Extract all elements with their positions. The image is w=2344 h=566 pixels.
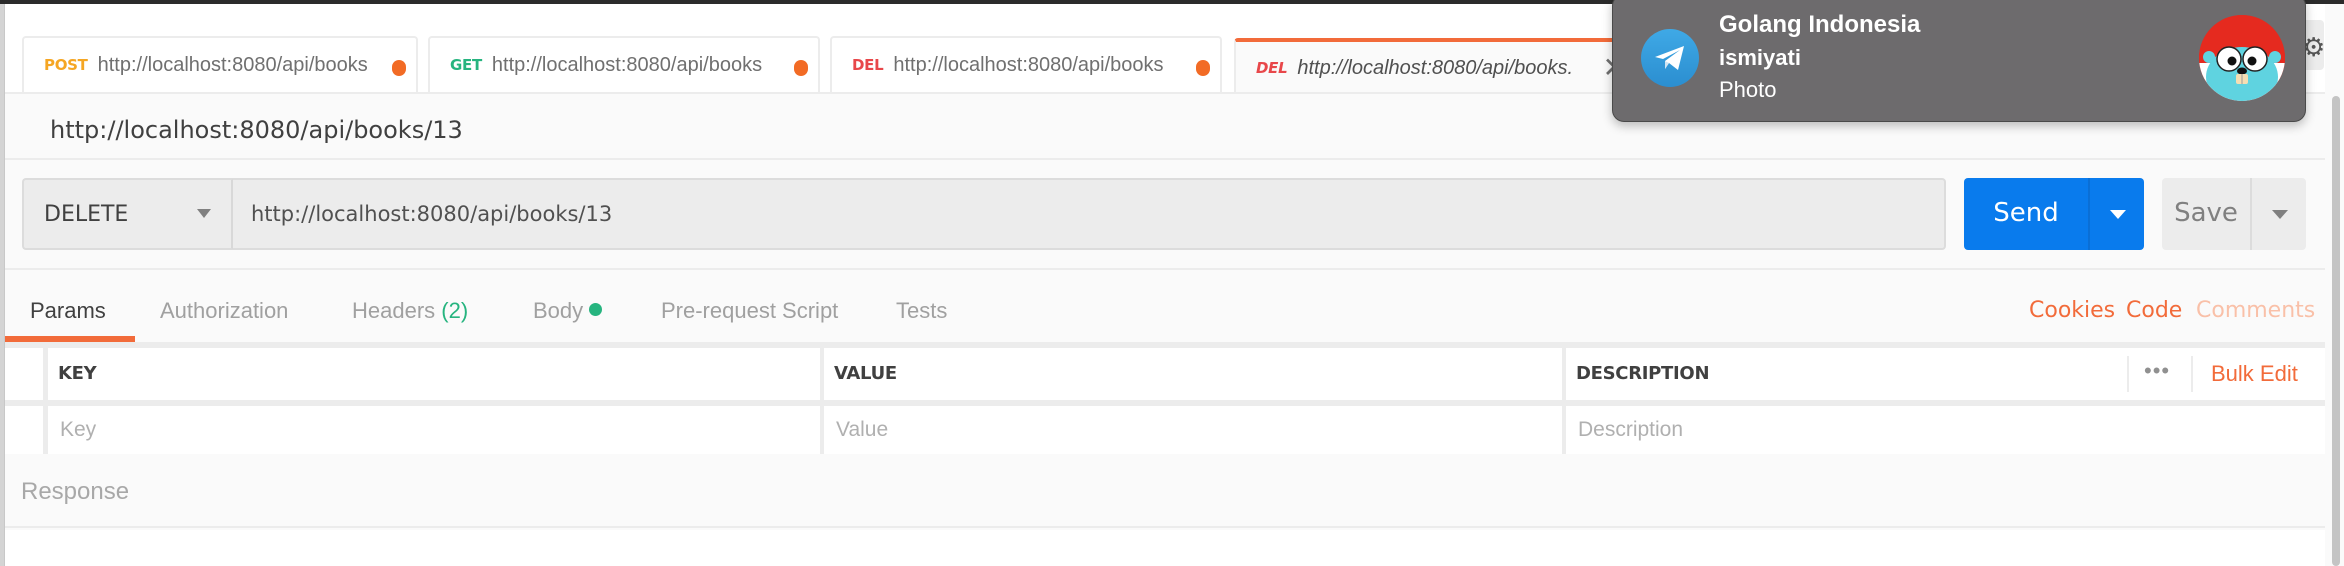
- divider: [2250, 178, 2252, 250]
- tab-url: http://localhost:8080/api/books: [97, 53, 368, 76]
- value-input[interactable]: Value: [824, 406, 1562, 454]
- body-indicator-dot-icon: [589, 303, 603, 316]
- tab-label: Body: [533, 298, 584, 323]
- tab-params[interactable]: Params: [30, 298, 106, 324]
- send-button[interactable]: Send: [1964, 178, 2144, 250]
- response-body: [5, 530, 2325, 566]
- notification-title: Golang Indonesia: [1719, 11, 1921, 38]
- gopher-avatar-icon: [2199, 15, 2285, 101]
- divider: [2191, 356, 2193, 392]
- unsaved-dot-icon: [392, 60, 406, 76]
- divider: [2088, 178, 2090, 250]
- method-label: DELETE: [44, 202, 129, 227]
- unsaved-dot-icon: [794, 60, 808, 76]
- tab-url: http://localhost:8080/api/books: [893, 53, 1164, 76]
- url-input[interactable]: http://localhost:8080/api/books/13: [233, 178, 1946, 250]
- header-description-cell: DESCRIPTION ••• Bulk Edit: [1566, 348, 2325, 400]
- tab-label: Pre-request Script: [661, 298, 839, 323]
- divider: [5, 268, 2325, 270]
- tab-label: Authorization: [160, 298, 289, 323]
- tab-label: Params: [30, 298, 106, 323]
- comments-link[interactable]: Comments: [2196, 298, 2315, 323]
- tab-method: POST: [44, 56, 88, 74]
- tab-url: http://localhost:8080/api/books: [491, 53, 763, 76]
- tab-label: Tests: [896, 298, 948, 323]
- method-dropdown[interactable]: DELETE: [22, 178, 233, 250]
- request-tab-1[interactable]: POST http://localhost:8080/api/books: [22, 36, 418, 92]
- telegram-icon: [1641, 29, 1699, 87]
- description-input[interactable]: Description: [1566, 406, 2325, 454]
- bulk-edit-link[interactable]: Bulk Edit: [2211, 361, 2298, 387]
- notification-message: Photo: [1719, 77, 1777, 102]
- request-tab-2[interactable]: GET http://localhost:8080/api/books: [428, 36, 820, 92]
- vertical-scrollbar[interactable]: [2330, 92, 2344, 566]
- request-name: http://localhost:8080/api/books/13: [50, 116, 463, 144]
- save-options-chevron-down-icon[interactable]: [2272, 210, 2288, 219]
- notification-sender: ismiyati: [1719, 45, 1801, 70]
- key-placeholder: Key: [60, 418, 97, 441]
- request-tab-active[interactable]: DEL http://localhost:8080/api/books. ✕: [1234, 38, 1634, 94]
- more-options-icon[interactable]: •••: [2144, 358, 2170, 384]
- tab-tests[interactable]: Tests: [896, 298, 947, 324]
- save-button[interactable]: Save: [2162, 178, 2306, 250]
- response-label: Response: [21, 478, 130, 505]
- column-header-description: DESCRIPTION: [1576, 363, 1710, 384]
- save-label: Save: [2174, 198, 2238, 228]
- code-link[interactable]: Code: [2126, 298, 2182, 323]
- params-table: KEY VALUE DESCRIPTION ••• Bulk Edit Key …: [5, 344, 2325, 454]
- header-value-cell: VALUE: [824, 348, 1562, 400]
- scrollbar-thumb[interactable]: [2332, 96, 2340, 566]
- chevron-down-icon: [197, 209, 211, 218]
- send-label: Send: [1993, 198, 2059, 228]
- value-placeholder: Value: [836, 418, 889, 441]
- tab-url: http://localhost:8080/api/books.: [1297, 56, 1574, 79]
- header-key-cell: KEY: [48, 348, 820, 400]
- cookies-link[interactable]: Cookies: [2029, 298, 2115, 323]
- tab-label: Headers: [352, 298, 436, 323]
- tab-method: DEL: [1256, 59, 1288, 77]
- unsaved-dot-icon: [1196, 60, 1210, 76]
- tab-authorization[interactable]: Authorization: [160, 298, 288, 324]
- divider: [2127, 356, 2129, 392]
- description-placeholder: Description: [1578, 418, 1684, 441]
- key-input[interactable]: Key: [48, 406, 820, 454]
- column-header-key: KEY: [58, 363, 97, 384]
- row-checkbox-cell[interactable]: [5, 406, 43, 454]
- tab-method: DEL: [852, 56, 884, 74]
- send-options-chevron-down-icon[interactable]: [2110, 210, 2126, 219]
- headers-count: (2): [441, 298, 469, 323]
- column-header-value: VALUE: [834, 363, 897, 384]
- tab-method: GET: [450, 56, 482, 74]
- telegram-notification[interactable]: Golang Indonesia ismiyati Photo: [1612, 0, 2306, 122]
- tab-body[interactable]: Body: [533, 298, 603, 324]
- tab-pre-request-script[interactable]: Pre-request Script: [661, 298, 838, 324]
- request-tab-3[interactable]: DEL http://localhost:8080/api/books: [830, 36, 1222, 92]
- divider: [5, 158, 2325, 160]
- tab-headers[interactable]: Headers (2): [352, 298, 468, 324]
- response-panel-header: Response: [5, 456, 2325, 528]
- row-checkbox-cell: [5, 348, 43, 400]
